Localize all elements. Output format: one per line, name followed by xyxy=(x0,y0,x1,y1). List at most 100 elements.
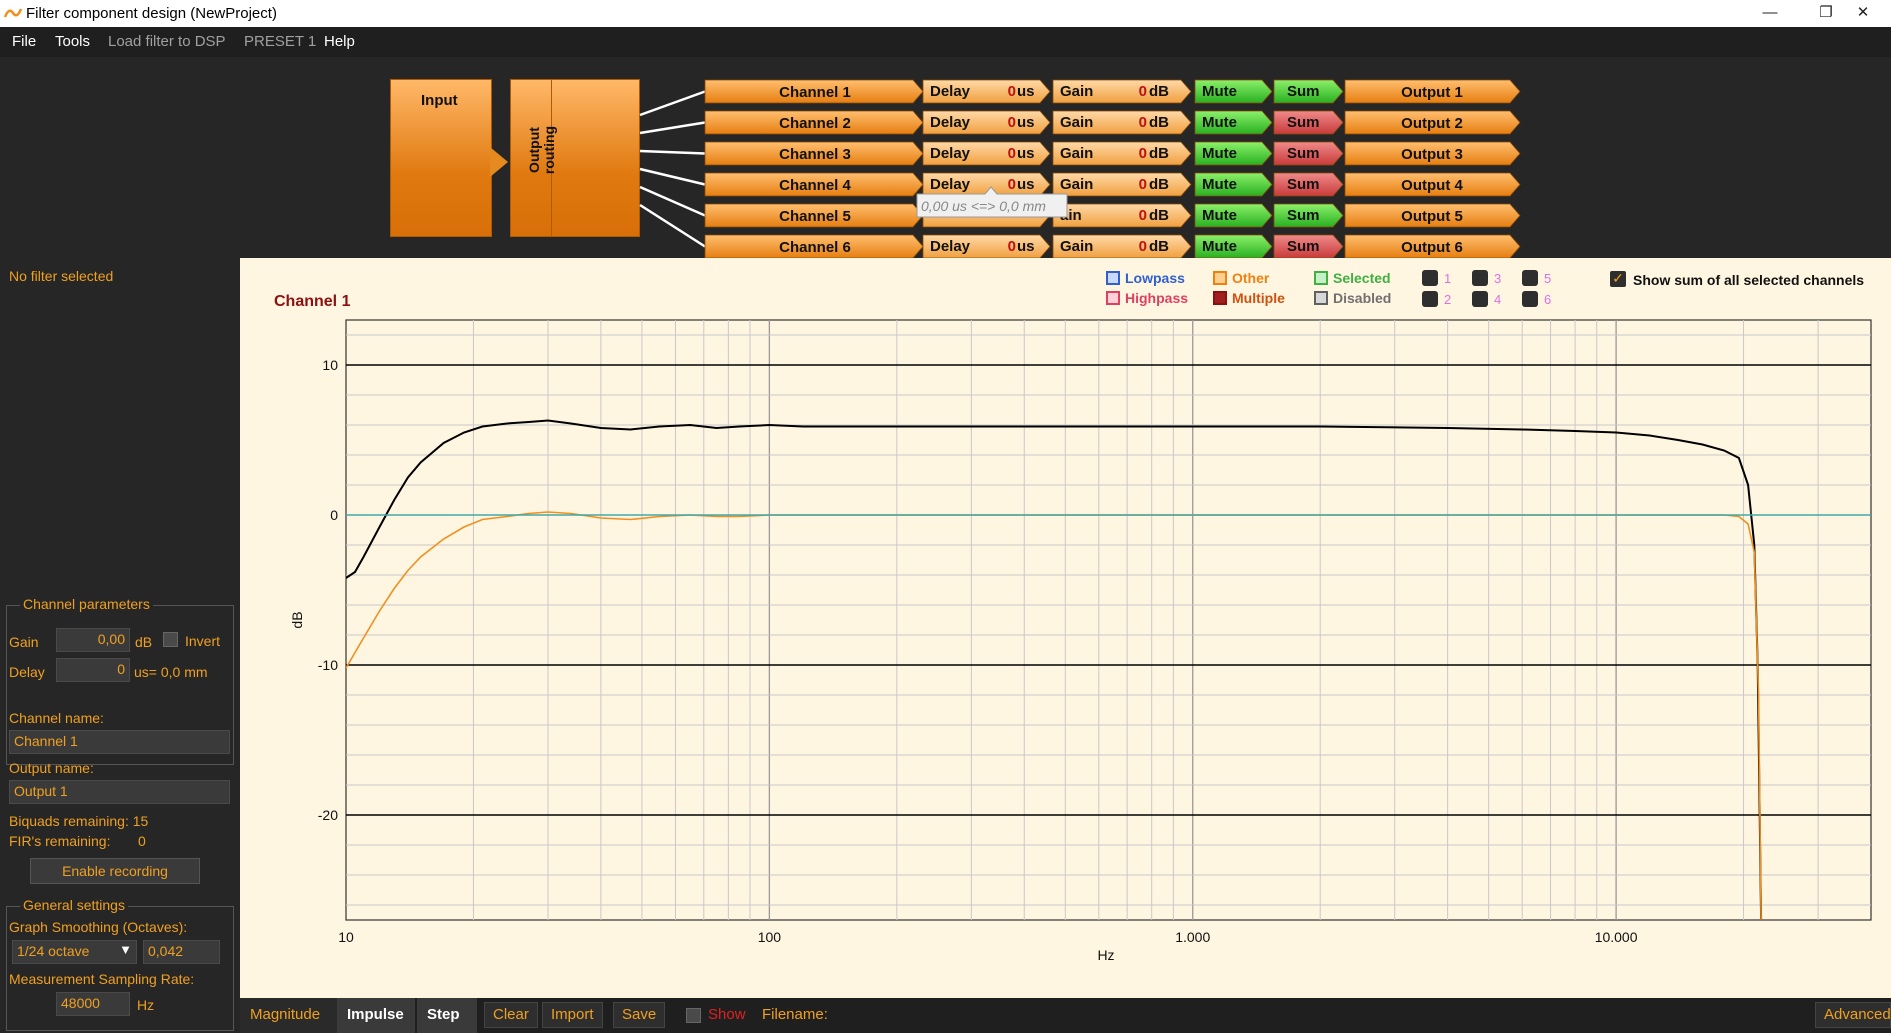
other-legend-label: Other xyxy=(1232,270,1270,286)
enable-recording-button[interactable]: Enable recording xyxy=(30,858,200,884)
channel-2-toggle[interactable] xyxy=(1422,291,1438,307)
multiple-legend-label: Multiple xyxy=(1232,290,1285,306)
channel-1-toggle[interactable] xyxy=(1422,270,1438,286)
tab-impulse[interactable]: Impulse xyxy=(337,998,415,1033)
gain-6-value: 0 xyxy=(1139,238,1147,255)
title-bar: Filter component design (NewProject) — ❐… xyxy=(0,0,1891,27)
magnitude-chart[interactable]: 100-10-2010 100 1.000 10.000HzdBChannel 1 xyxy=(240,258,1891,998)
routing-panel: Input Output routing Channel 1 Delay 0 us Ga… xyxy=(0,57,1891,258)
clear-button[interactable]: Clear xyxy=(484,1002,538,1028)
gain-1-unit: dB xyxy=(1149,83,1169,100)
channel-params-title: Channel parameters xyxy=(20,596,153,612)
show-checkbox[interactable] xyxy=(686,1008,701,1023)
tab-magnitude[interactable]: Magnitude xyxy=(240,998,337,1033)
channel-2-toggle-label: 2 xyxy=(1444,292,1452,307)
show-label: Show xyxy=(708,1006,746,1023)
channel-strips: Channel 1 Delay 0 us Gain 0 dB Mute Sum Output 1C… xyxy=(639,79,1521,258)
tab-step[interactable]: Step xyxy=(417,998,477,1033)
gain-5-unit: dB xyxy=(1149,207,1169,224)
lowpass-legend-swatch[interactable] xyxy=(1106,271,1120,285)
gain-3-label: Gain xyxy=(1060,145,1093,162)
menu-bar: File Tools Load filter to DSP PRESET 1 H… xyxy=(0,27,1891,57)
delay-2-unit: us xyxy=(1017,114,1035,131)
filename-label: Filename: xyxy=(762,1006,828,1023)
channel-5-toggle[interactable] xyxy=(1522,270,1538,286)
output-4-label: Output 4 xyxy=(1401,177,1463,194)
channel-1-label: Channel 1 xyxy=(779,84,851,101)
routing-connector xyxy=(639,121,706,135)
delay-label: Delay xyxy=(9,664,45,680)
output-5-label: Output 5 xyxy=(1401,208,1463,225)
channel-6-toggle[interactable] xyxy=(1522,291,1538,307)
gain-6-unit: dB xyxy=(1149,238,1169,255)
save-button[interactable]: Save xyxy=(613,1002,666,1028)
lowpass-legend-label: Lowpass xyxy=(1125,270,1185,286)
import-button[interactable]: Import xyxy=(542,1002,603,1028)
highpass-legend-swatch[interactable] xyxy=(1106,291,1120,305)
menu-tools[interactable]: Tools xyxy=(55,33,90,50)
output-name-input[interactable]: Output 1 xyxy=(9,780,230,804)
disabled-legend-swatch[interactable] xyxy=(1314,291,1328,305)
show-sum-label: Show sum of all selected channels xyxy=(1633,272,1865,288)
output-2-label: Output 2 xyxy=(1401,115,1463,132)
menu-file[interactable]: File xyxy=(12,33,36,50)
delay-4-value: 0 xyxy=(1008,176,1016,193)
sampling-rate-label: Measurement Sampling Rate: xyxy=(9,971,195,987)
sum-3-label: Sum xyxy=(1287,145,1320,162)
gain-unit: dB xyxy=(135,634,153,650)
mute-3-label: Mute xyxy=(1202,145,1237,162)
delay-1-value: 0 xyxy=(1008,83,1016,100)
output-6-label: Output 6 xyxy=(1401,239,1463,256)
delay-2-label: Delay xyxy=(930,114,971,131)
minimize-button[interactable]: — xyxy=(1742,0,1798,27)
smoothing-value-input[interactable]: 0,042 xyxy=(143,940,220,964)
sum-4-label: Sum xyxy=(1287,176,1320,193)
advanced-button[interactable]: Advanced xyxy=(1815,1002,1891,1028)
bottom-bar: Magnitude Impulse Step Clear Import Save… xyxy=(240,998,1891,1033)
delay-2-value: 0 xyxy=(1008,114,1016,131)
multiple-legend-swatch[interactable] xyxy=(1213,291,1227,305)
left-panel: No filter selected Channel parameters Ga… xyxy=(0,258,240,1033)
x-axis-label: Hz xyxy=(1097,947,1114,963)
menu-load-filter[interactable]: Load filter to DSP xyxy=(108,33,226,50)
sum-5-label: Sum xyxy=(1287,207,1320,224)
delay-input[interactable]: 0 xyxy=(56,658,130,682)
gain-4-value: 0 xyxy=(1139,176,1147,193)
delay-unit: us= 0,0 mm xyxy=(134,664,208,680)
menu-preset[interactable]: PRESET 1 xyxy=(244,33,316,50)
channel-4-toggle-label: 4 xyxy=(1494,292,1502,307)
channel-4-toggle[interactable] xyxy=(1472,291,1488,307)
gain-1-label: Gain xyxy=(1060,83,1093,100)
channel-3-toggle[interactable] xyxy=(1472,270,1488,286)
chart-area[interactable]: 10 0 -10 -20 10 100 1.000 10.000 Hz dB Channel 1 L… xyxy=(240,258,1891,998)
menu-help[interactable]: Help xyxy=(324,33,355,50)
gain-2-label: Gain xyxy=(1060,114,1093,131)
smoothing-label: Graph Smoothing (Octaves): xyxy=(9,919,188,935)
smoothing-select[interactable]: 1/24 octave ▼ xyxy=(12,940,137,964)
invert-checkbox[interactable] xyxy=(163,632,178,647)
close-button[interactable]: ✕ xyxy=(1835,0,1891,27)
no-filter-label: No filter selected xyxy=(9,268,114,284)
channel-6-toggle-label: 6 xyxy=(1544,292,1552,307)
output-3-label: Output 3 xyxy=(1401,146,1463,163)
y-tick-label: 10 xyxy=(322,357,338,373)
gain-label: Gain xyxy=(9,634,39,650)
delay-3-value: 0 xyxy=(1008,145,1016,162)
firs-remaining-value: 0 xyxy=(138,833,146,849)
channel-2-label: Channel 2 xyxy=(779,115,851,132)
output-name-label: Output name: xyxy=(9,760,94,776)
sampling-rate-input[interactable]: 48000 xyxy=(56,992,130,1016)
delay-3-label: Delay xyxy=(930,145,971,162)
output-1-label: Output 1 xyxy=(1401,84,1463,101)
y-axis-label: dB xyxy=(289,611,305,628)
show-sum-checkbox[interactable]: ✓ xyxy=(1610,271,1626,287)
gain-input[interactable]: 0,00 xyxy=(56,628,130,652)
x-tick-label: 10 xyxy=(338,929,354,945)
delay-4-label: Delay xyxy=(930,176,971,193)
selected-legend-swatch[interactable] xyxy=(1314,271,1328,285)
delay-1-label: Delay xyxy=(930,83,971,100)
channel-name-input[interactable]: Channel 1 xyxy=(9,730,230,754)
x-tick-label: 1.000 xyxy=(1175,929,1210,945)
y-tick-label: -10 xyxy=(318,657,338,673)
other-legend-swatch[interactable] xyxy=(1213,271,1227,285)
